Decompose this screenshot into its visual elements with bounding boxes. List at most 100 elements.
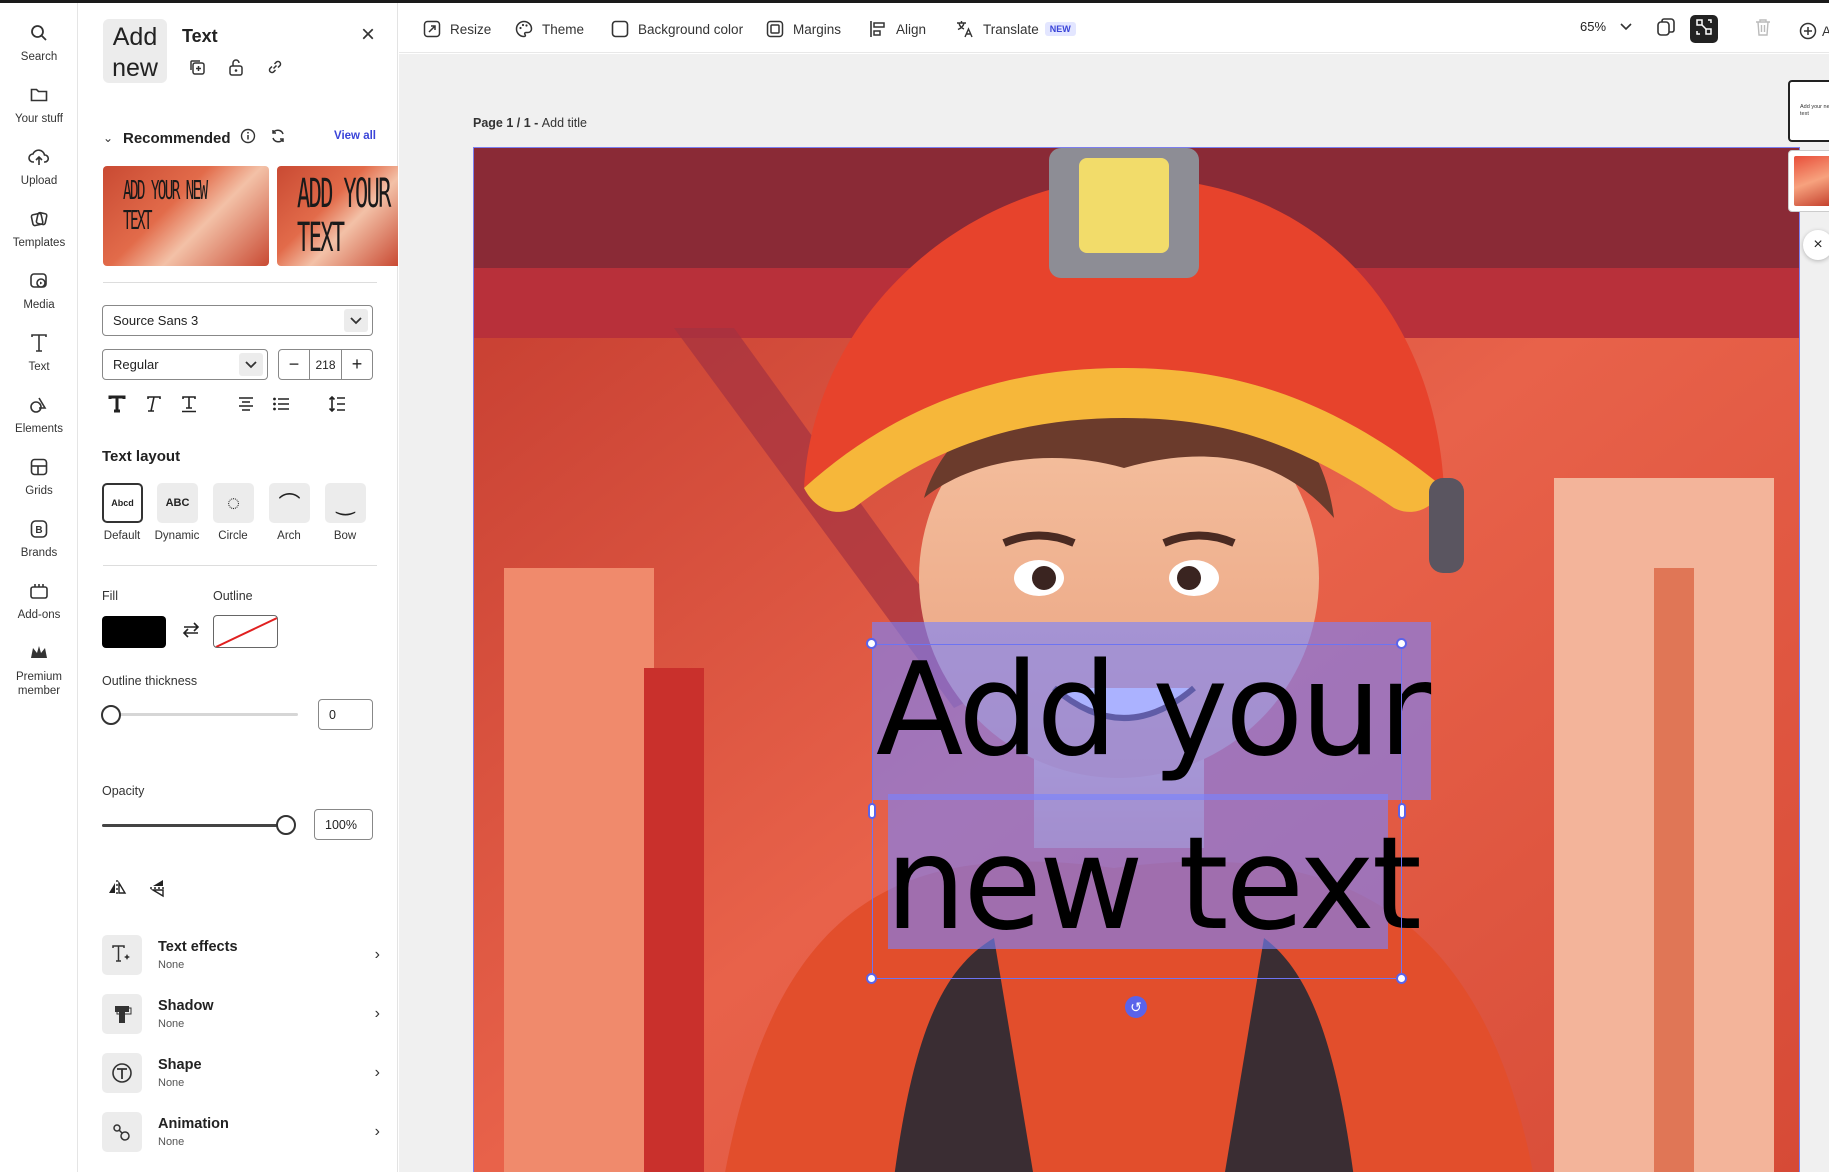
search-icon bbox=[27, 21, 51, 45]
layout-arch-option[interactable]: ⌒ bbox=[269, 483, 310, 523]
rail-item-add-ons[interactable]: Add-ons bbox=[0, 567, 78, 627]
chevron-down-icon[interactable]: ⌄ bbox=[103, 131, 117, 145]
chevron-right-icon: › bbox=[374, 1123, 380, 1140]
rotate-handle[interactable]: ↺ bbox=[1125, 996, 1147, 1018]
line-spacing-button[interactable] bbox=[324, 393, 350, 419]
close-panel-button[interactable]: × bbox=[356, 23, 380, 47]
artboard[interactable]: Add your new text ↺ bbox=[473, 147, 1800, 1172]
magic-select-button[interactable] bbox=[1690, 15, 1718, 43]
fill-color-swatch[interactable] bbox=[102, 616, 166, 648]
rail-item-grids[interactable]: Grids bbox=[0, 443, 78, 503]
recommended-thumbnail[interactable]: ADD YOUR NEW TEXT bbox=[277, 166, 398, 266]
rail-item-premium[interactable]: Premium member bbox=[0, 629, 78, 703]
swap-colors-button[interactable] bbox=[179, 620, 203, 644]
background-color-button[interactable]: Background color bbox=[610, 17, 743, 41]
shadow-row[interactable]: Shadow None › bbox=[102, 994, 380, 1038]
outline-color-swatch[interactable] bbox=[213, 615, 278, 648]
font-size-input[interactable]: 218 bbox=[309, 350, 342, 379]
resize-button[interactable]: Resize bbox=[422, 17, 491, 41]
layout-default-option[interactable]: Abcd bbox=[102, 483, 143, 523]
bullet-list-icon bbox=[272, 396, 290, 417]
resize-handle-top-right[interactable] bbox=[1396, 638, 1407, 649]
rail-item-text[interactable]: Text bbox=[0, 319, 78, 379]
thumbnail-text: ADD YOUR NEW TEXT bbox=[297, 171, 398, 261]
text-preview-tile[interactable]: Add new bbox=[103, 19, 167, 83]
outline-thickness-slider[interactable] bbox=[102, 713, 298, 716]
resize-handle-bottom-right[interactable] bbox=[1396, 973, 1407, 984]
link-button[interactable] bbox=[263, 57, 287, 81]
page-thumbnail-image[interactable] bbox=[1788, 150, 1829, 212]
decrease-size-button[interactable]: − bbox=[279, 350, 309, 379]
rail-label: Your stuff bbox=[15, 113, 63, 125]
page-label: Page 1 / 1 - Add title bbox=[473, 116, 587, 130]
align-button[interactable]: Align bbox=[868, 17, 926, 41]
rotate-icon: ↺ bbox=[1130, 998, 1142, 1015]
layout-bow-option[interactable]: ‿ bbox=[325, 483, 366, 523]
info-icon[interactable] bbox=[240, 128, 256, 149]
page-thumbnail-text[interactable]: Add your new text bbox=[1788, 80, 1829, 142]
underline-button[interactable] bbox=[176, 393, 202, 419]
align-center-button[interactable] bbox=[233, 393, 259, 419]
opacity-slider[interactable] bbox=[102, 824, 288, 827]
view-all-link[interactable]: View all bbox=[334, 130, 376, 142]
property-name: Text effects bbox=[158, 939, 238, 955]
zoom-value: 65% bbox=[1580, 19, 1607, 34]
resize-handle-right[interactable] bbox=[1398, 803, 1406, 819]
rail-item-upload[interactable]: Upload bbox=[0, 133, 78, 193]
rail-item-brands[interactable]: B Brands bbox=[0, 505, 78, 565]
text-selection-box[interactable]: Add your new text ↺ bbox=[866, 622, 1431, 1018]
add-button[interactable]: A bbox=[1798, 19, 1829, 43]
property-value: None bbox=[158, 1018, 185, 1030]
text-effects-row[interactable]: Text effects None › bbox=[102, 935, 380, 979]
bullet-list-button[interactable] bbox=[268, 393, 294, 419]
flip-horizontal-button[interactable] bbox=[104, 877, 130, 903]
animation-row[interactable]: Animation None › bbox=[102, 1112, 380, 1156]
svg-text:B: B bbox=[35, 525, 42, 536]
shadow-icon bbox=[102, 994, 142, 1034]
rail-item-media[interactable]: Media bbox=[0, 257, 78, 317]
resize-handle-left[interactable] bbox=[868, 803, 876, 819]
recommended-thumbnail[interactable]: ADD YOUR NEW TEXT bbox=[103, 166, 269, 266]
layers-button[interactable] bbox=[1652, 15, 1680, 43]
bow-layout-icon: ‿ bbox=[336, 490, 355, 515]
refresh-icon[interactable] bbox=[270, 128, 286, 149]
text-effects-icon bbox=[102, 935, 142, 975]
opacity-input[interactable]: 100% bbox=[314, 809, 373, 840]
translate-button[interactable]: Translate NEW bbox=[955, 17, 1076, 41]
resize-handle-top-left[interactable] bbox=[866, 638, 877, 649]
outline-thickness-knob[interactable] bbox=[101, 705, 121, 725]
bold-icon bbox=[108, 395, 126, 418]
rail-item-search[interactable]: Search bbox=[0, 9, 78, 69]
resize-handle-bottom-left[interactable] bbox=[866, 973, 877, 984]
page-number: Page 1 / 1 - bbox=[473, 116, 542, 130]
layout-dynamic-option[interactable]: ABC bbox=[157, 483, 198, 523]
zoom-select[interactable]: 65% bbox=[1580, 19, 1632, 34]
font-style-select[interactable]: Regular bbox=[102, 349, 268, 380]
duplicate-button[interactable] bbox=[185, 57, 209, 81]
resize-label: Resize bbox=[450, 21, 492, 37]
italic-button[interactable] bbox=[140, 393, 166, 419]
lock-button[interactable] bbox=[224, 57, 248, 81]
theme-button[interactable]: Theme bbox=[514, 17, 584, 41]
outline-thickness-input[interactable]: 0 bbox=[318, 699, 373, 730]
rail-item-templates[interactable]: Templates bbox=[0, 195, 78, 255]
flip-vertical-button[interactable] bbox=[145, 877, 171, 903]
text-icon bbox=[27, 331, 51, 355]
close-thumbnails-button[interactable]: × bbox=[1803, 230, 1829, 260]
rail-item-elements[interactable]: Elements bbox=[0, 381, 78, 441]
margins-button[interactable]: Margins bbox=[765, 17, 841, 41]
opacity-knob[interactable] bbox=[276, 815, 296, 835]
layout-circle-option[interactable]: ◌ bbox=[213, 483, 254, 523]
italic-icon bbox=[144, 395, 162, 418]
font-family-select[interactable]: Source Sans 3 bbox=[102, 305, 373, 336]
increase-size-button[interactable]: + bbox=[342, 350, 372, 379]
delete-button[interactable] bbox=[1749, 15, 1777, 43]
align-icon bbox=[868, 19, 888, 39]
page-title[interactable]: Add title bbox=[542, 116, 587, 130]
bold-button[interactable] bbox=[104, 393, 130, 419]
chevron-right-icon: › bbox=[374, 1005, 380, 1022]
translate-icon bbox=[955, 19, 975, 39]
thumbnail-text: ADD YOUR NEW TEXT bbox=[123, 176, 208, 236]
rail-item-your-stuff[interactable]: Your stuff bbox=[0, 71, 78, 131]
shape-row[interactable]: Shape None › bbox=[102, 1053, 380, 1097]
